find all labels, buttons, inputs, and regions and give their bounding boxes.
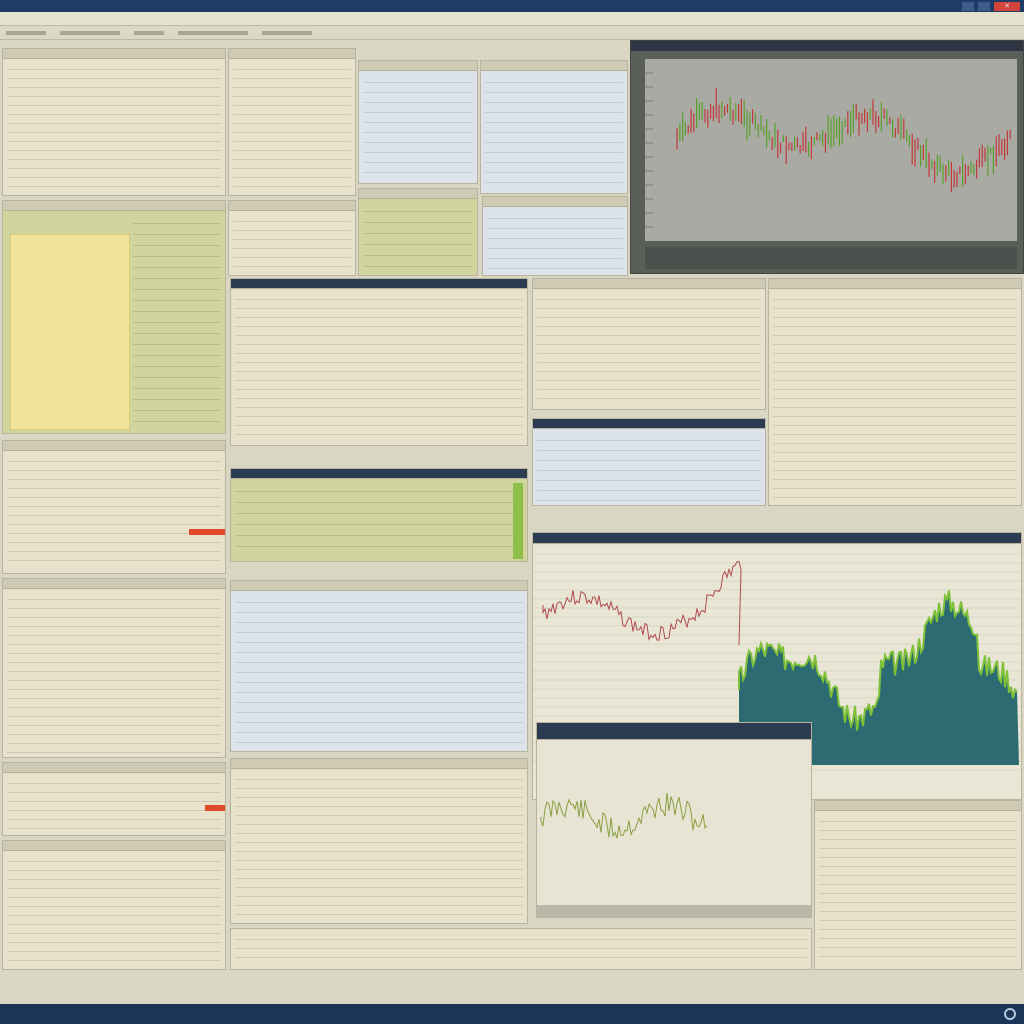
small-chart-panel [536, 722, 812, 918]
panel-blue-1 [358, 60, 478, 184]
toolbar-item[interactable] [178, 30, 248, 35]
panel-center-table [230, 580, 528, 752]
alert-badge [205, 805, 225, 811]
panel-left-5 [2, 762, 226, 836]
panel-right-text [768, 278, 1022, 506]
menu-bar[interactable] [0, 12, 1024, 26]
panel-rmid-1 [532, 278, 766, 410]
chart-scrollbar[interactable] [537, 905, 811, 917]
panel-rmid-2 [532, 418, 766, 506]
clock-icon[interactable] [1004, 1008, 1016, 1020]
chart-timeline [645, 247, 1017, 269]
panel-left-4 [2, 578, 226, 758]
toolbar[interactable] [0, 26, 1024, 40]
alert-badge [189, 529, 225, 535]
panel-left-6 [2, 840, 226, 970]
panel-mid-2 [228, 200, 356, 276]
panel-green-small [358, 188, 478, 276]
scrollbar[interactable] [513, 483, 523, 559]
close-icon[interactable]: ✕ [994, 1, 1020, 11]
toolbar-item[interactable] [262, 30, 312, 35]
panel-center-1 [230, 278, 528, 446]
panel-right-bottom [814, 800, 1022, 970]
toolbar-item[interactable] [60, 30, 120, 35]
yellow-note-list [10, 234, 130, 430]
panel-center-2 [230, 758, 528, 924]
panel-blue-3 [482, 196, 628, 276]
panel-blue-2 [480, 60, 628, 194]
toolbar-item[interactable] [134, 30, 164, 35]
toolbar-item[interactable] [6, 30, 46, 35]
price-line [542, 560, 742, 646]
window-title-bar: ✕ [0, 0, 1024, 12]
panel-bottom-strip [230, 928, 812, 970]
candlestick-chart-panel [630, 40, 1024, 274]
candlestick-chart[interactable] [645, 59, 1017, 241]
panel-left-1 [2, 48, 226, 196]
small-line-chart[interactable] [539, 757, 811, 907]
status-bar [0, 1004, 1024, 1024]
maximize-icon[interactable] [978, 1, 990, 11]
minimize-icon[interactable] [962, 1, 974, 11]
panel-left-3 [2, 440, 226, 574]
panel-center-green [230, 468, 528, 562]
panel-mid-1 [228, 48, 356, 196]
